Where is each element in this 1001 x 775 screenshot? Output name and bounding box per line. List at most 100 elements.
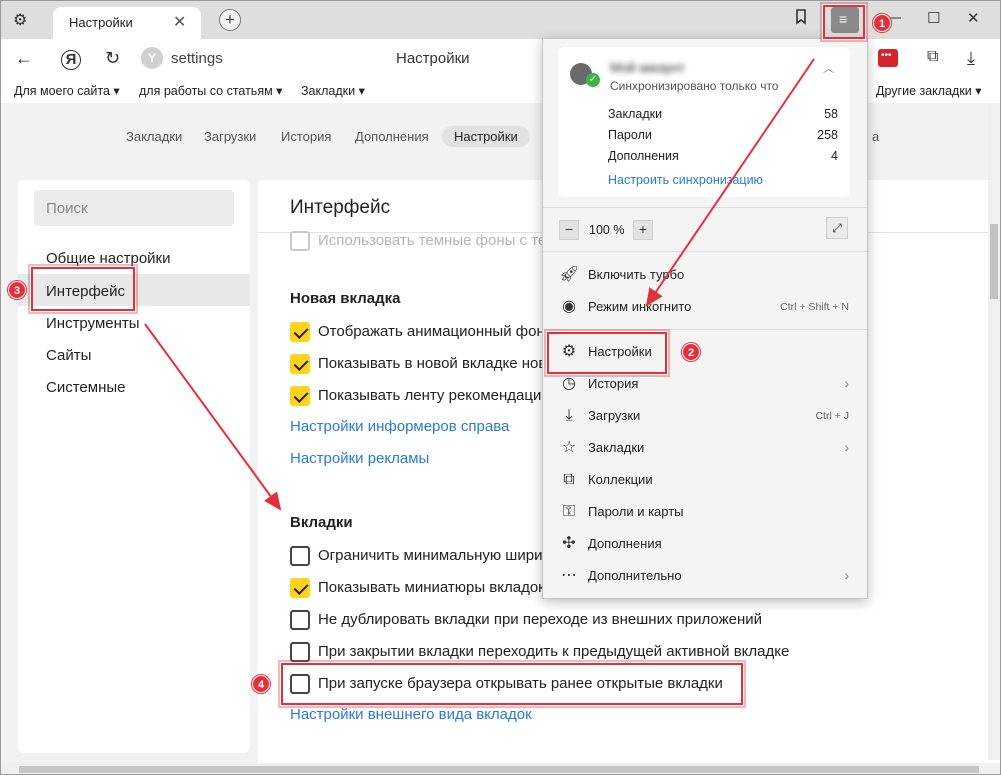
chevron-right-icon: ›: [844, 375, 849, 391]
other-bookmarks[interactable]: Другие закладки ▾: [876, 83, 982, 98]
page-title: Настройки: [396, 50, 470, 67]
sync-settings-link[interactable]: Настроить синхронизацию: [608, 173, 763, 187]
sync-card: ✓ Мой аккаунт Синхронизировано только чт…: [558, 47, 850, 197]
tab-appearance-link[interactable]: Настройки внешнего вида вкладок: [290, 706, 532, 723]
menu-item-extensions[interactable]: ✣ Дополнения: [543, 529, 867, 561]
bookmark-folder[interactable]: для работы со статьям ▾: [139, 83, 282, 98]
sync-label: Пароли: [608, 128, 652, 142]
tab-settings[interactable]: Настройки ✕: [53, 7, 201, 39]
collections-icon: ⧉: [563, 471, 575, 488]
bookmark-folder[interactable]: Для моего сайта ▾: [14, 83, 120, 98]
url-field[interactable]: settings: [171, 50, 223, 67]
annotation-badge: 3: [8, 281, 26, 299]
extension-icon[interactable]: •••: [878, 49, 898, 67]
checkbox[interactable]: [290, 354, 310, 374]
tab-settings-active[interactable]: Настройки: [442, 126, 530, 147]
tab-overflow[interactable]: а: [872, 129, 879, 144]
menu-item-label: Включить турбо: [588, 267, 685, 282]
option-label: Отображать анимационный фон: [318, 323, 545, 340]
menu-item-passwords[interactable]: ⚿ Пароли и карты: [543, 497, 867, 529]
option-label: Показывать в новой вкладке нов: [318, 355, 547, 372]
divider: [543, 329, 867, 330]
sync-count: 258: [817, 128, 838, 142]
checkbox[interactable]: [290, 610, 310, 630]
sync-row: Закладки 58: [608, 107, 838, 121]
sidebar-item-sites[interactable]: Сайты: [46, 347, 91, 364]
menu-item-label: Режим инкогнито: [588, 299, 692, 314]
checkbox[interactable]: [290, 231, 310, 251]
checkbox[interactable]: [290, 578, 310, 598]
menu-item-incognito[interactable]: ◉ Режим инкогнито Ctrl + Shift + N: [543, 292, 867, 324]
tab-downloads[interactable]: Загрузки: [204, 129, 256, 144]
menu-item-downloads[interactable]: ⤓ Загрузки Ctrl + J: [543, 401, 867, 433]
divider: [543, 207, 867, 208]
more-icon: ⋯: [561, 567, 577, 584]
menu-item-label: Дополнения: [588, 536, 662, 551]
sync-status: Синхронизировано только что: [610, 79, 779, 93]
search-input[interactable]: Поиск: [34, 190, 234, 226]
vertical-scrollbar[interactable]: [988, 104, 1000, 760]
menu-item-label: Дополнительно: [588, 568, 682, 583]
annotation-badge: 2: [682, 343, 700, 361]
menu-item-label: Загрузки: [588, 408, 641, 423]
sync-count: 4: [831, 149, 838, 163]
download-icon[interactable]: ⤓: [967, 48, 975, 69]
menu-item-more[interactable]: ⋯ Дополнительно ›: [543, 561, 867, 593]
chevron-right-icon: ›: [844, 567, 849, 583]
scrollbar-thumb[interactable]: [990, 224, 998, 299]
close-icon[interactable]: ✕: [173, 12, 186, 32]
bookmarks-panel-icon[interactable]: [794, 9, 808, 29]
annotation-box-interface: [31, 267, 135, 311]
sync-label: Дополнения: [608, 149, 679, 163]
bookmark-folder[interactable]: Закладки ▾: [301, 83, 365, 98]
tab-extensions[interactable]: Дополнения: [355, 129, 429, 144]
back-icon[interactable]: ←: [15, 48, 33, 69]
window-close-icon[interactable]: ✕: [967, 9, 980, 27]
chevron-up-icon[interactable]: ︿: [823, 60, 834, 76]
collections-icon[interactable]: ⧉: [927, 48, 938, 66]
zoom-level: 100 %: [589, 223, 625, 237]
reload-icon[interactable]: ↻: [105, 48, 120, 69]
menu-item-turbo[interactable]: 🚀︎ Включить турбо: [543, 260, 867, 292]
site-icon: Y: [141, 47, 163, 69]
sync-count: 58: [824, 107, 838, 121]
new-tab-section-title: Новая вкладка: [290, 290, 401, 307]
settings-sidebar: Поиск Общие настройки Интерфейс Инструме…: [18, 180, 250, 753]
puzzle-icon: ✣: [562, 535, 576, 552]
fullscreen-button[interactable]: ⤢: [826, 217, 848, 239]
annotation-badge: 1: [873, 14, 891, 32]
checkbox[interactable]: [290, 386, 310, 406]
chevron-right-icon: ›: [844, 439, 849, 455]
sidebar-item-general[interactable]: Общие настройки: [46, 250, 171, 267]
menu-item-bookmarks[interactable]: ☆ Закладки ›: [543, 433, 867, 465]
informers-settings-link[interactable]: Настройки информеров справа: [290, 418, 509, 435]
menu-item-label: Пароли и карты: [588, 504, 684, 519]
search-placeholder: Поиск: [46, 200, 88, 217]
yandex-icon[interactable]: Я: [61, 50, 81, 70]
tab-bookmarks[interactable]: Закладки: [126, 129, 182, 144]
clock-icon: ◷: [562, 375, 576, 392]
zoom-out-button[interactable]: −: [559, 220, 579, 240]
menu-shortcut: Ctrl + Shift + N: [780, 301, 849, 313]
sync-row: Пароли 258: [608, 128, 838, 142]
menu-item-collections[interactable]: ⧉ Коллекции: [543, 465, 867, 497]
fullscreen-icon: ⤢: [832, 221, 842, 235]
tab-title: Настройки: [69, 15, 133, 30]
horizontal-scrollbar[interactable]: [1, 763, 1000, 774]
checkbox[interactable]: [290, 642, 310, 662]
mask-icon: ◉: [562, 298, 576, 315]
section-title: Интерфейс: [290, 197, 391, 218]
ads-settings-link[interactable]: Настройки рекламы: [290, 450, 429, 467]
option-label: Использовать темные фоны с те: [318, 232, 547, 249]
checkbox[interactable]: [290, 322, 310, 342]
option-label: Ограничить минимальную шири: [318, 547, 543, 564]
zoom-in-button[interactable]: +: [633, 220, 653, 240]
gear-icon[interactable]: ⚙: [13, 10, 27, 30]
scrollbar-thumb[interactable]: [19, 766, 979, 773]
new-tab-button[interactable]: +: [219, 9, 241, 31]
sidebar-item-system[interactable]: Системные: [46, 379, 125, 396]
tab-history[interactable]: История: [281, 129, 331, 144]
sidebar-item-tools[interactable]: Инструменты: [46, 315, 140, 332]
checkbox[interactable]: [290, 546, 310, 566]
maximize-icon[interactable]: ☐: [927, 9, 940, 27]
